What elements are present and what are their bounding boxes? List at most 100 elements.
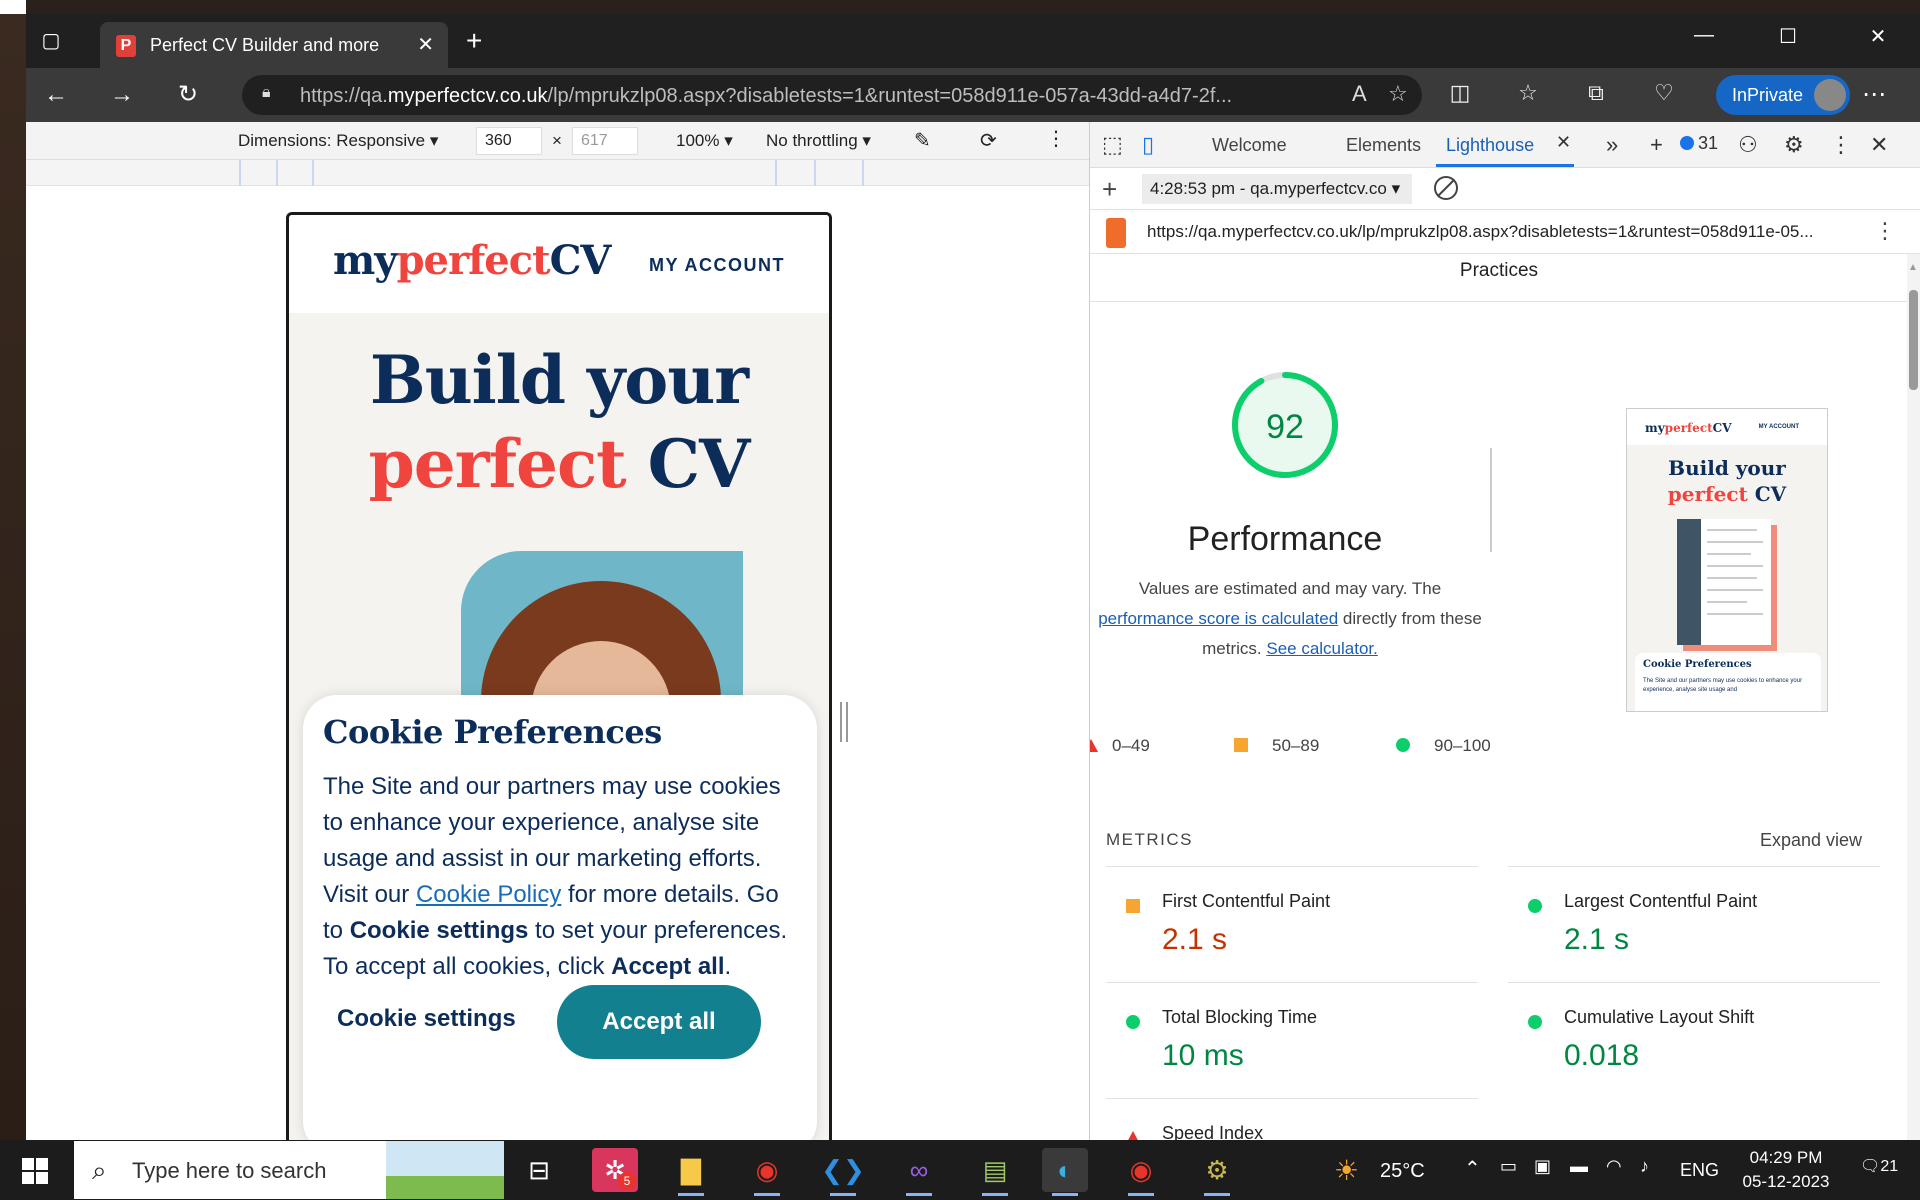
emulated-page: myperfectCV MY ACCOUNT Build your perfec… [286,212,832,1140]
divider [1490,448,1492,552]
devtools-more-icon[interactable]: ⋮ [1830,132,1852,158]
tab-actions-icon[interactable]: ▢ [36,26,66,56]
legend-average: 50–89 [1234,736,1319,756]
language-indicator[interactable]: ENG [1680,1160,1719,1200]
tab-close-icon[interactable]: ✕ [417,32,434,57]
report-menu-icon[interactable]: ⋮ [1874,218,1896,244]
refresh-icon[interactable]: ↻ [170,78,206,114]
archive-icon[interactable]: ▤ [972,1148,1018,1196]
new-report-icon[interactable]: + [1102,174,1117,205]
collections-icon[interactable]: ⧉ [1580,80,1612,106]
task-view-icon[interactable]: ⊟ [516,1148,562,1192]
read-aloud-icon[interactable]: A [1352,81,1367,107]
performance-score-gauge: 92 [1232,372,1338,478]
category-practices-label[interactable]: Practices [1090,254,1908,302]
media-query-ruler [26,160,1089,186]
cookie-policy-link[interactable]: Cookie Policy [416,881,561,908]
viewport-width-input[interactable]: 360 [476,127,542,155]
volume-icon[interactable]: ♪ [1640,1156,1649,1200]
lock-icon[interactable]: 🔒︎ [262,84,280,104]
hero-heading-line2: perfect CV [368,425,751,503]
site-logo[interactable]: myperfectCV [333,237,611,284]
issues-badge[interactable]: 31 [1680,133,1718,154]
eyedropper-icon[interactable]: ✎ [914,128,931,153]
legend-fail: 0–49 [1090,736,1150,756]
add-tab-icon[interactable]: + [1650,132,1663,158]
inprivate-button[interactable]: InPrivate [1716,75,1850,115]
lighthouse-report: Practices 92 Performance Values are esti… [1090,254,1908,1140]
search-placeholder: Type here to search [132,1158,327,1183]
clear-reports-icon[interactable] [1434,176,1458,200]
close-window-icon[interactable]: ✕ [1858,24,1898,49]
forward-icon[interactable]: → [104,78,140,114]
site-favicon-icon: P [116,35,136,57]
my-account-link[interactable]: MY ACCOUNT [649,255,785,276]
profile-avatar [1814,79,1846,111]
see-calculator-link[interactable]: See calculator. [1266,639,1378,658]
viewport-height-input[interactable]: 617 [572,127,638,155]
wifi-icon[interactable]: ◠ [1606,1156,1622,1200]
new-tab-icon[interactable]: + [466,27,482,55]
split-screen-icon[interactable]: ◫ [1444,80,1476,106]
viewport-resize-handle[interactable] [840,702,848,742]
minimize-icon[interactable]: — [1684,24,1724,47]
maximize-icon[interactable]: ☐ [1768,24,1808,49]
meet-icon[interactable]: ▭ [1500,1156,1517,1200]
cookie-settings-button[interactable]: Cookie settings [337,1005,516,1033]
more-tabs-icon[interactable]: » [1606,132,1618,158]
taskbar-search[interactable]: ⌕ Type here to search [74,1141,504,1199]
rotate-icon[interactable]: ⟳ [980,128,997,153]
battery-icon[interactable]: ▬ [1570,1156,1588,1200]
report-selector[interactable]: 4:28:53 pm - qa.myperfectcv.co ▾ [1142,174,1412,204]
vscode-icon[interactable]: ❮❯ [820,1148,866,1196]
device-emulation-icon[interactable]: ▯ [1142,132,1154,158]
tab-bar: ▢ P Perfect CV Builder and more ✕ + — ☐ … [26,14,1920,68]
browser-essentials-icon[interactable]: ♡ [1648,80,1680,106]
device-more-icon[interactable]: ⋮ [1046,126,1066,151]
url-text: https://qa.myperfectcv.co.uk/lp/mprukzlp… [300,85,1233,107]
metrics-heading: METRICS [1106,830,1193,849]
hero-heading-line1: Build your [369,341,749,419]
file-explorer-icon[interactable]: ▇ [668,1148,714,1196]
back-icon[interactable]: ← [38,78,74,114]
browser-tab-active[interactable]: P Perfect CV Builder and more ✕ [100,22,448,68]
devtools-panel: ⬚ ▯ Welcome Elements Lighthouse ✕ » + 31… [1089,122,1920,1140]
chrome-profile-icon[interactable]: ◉ [1118,1148,1164,1196]
inspect-icon[interactable]: ⬚ [1102,132,1123,158]
desktop-background [0,0,26,1140]
expand-view-toggle[interactable]: Expand view [1760,830,1862,851]
chrome-icon[interactable]: ◉ [744,1148,790,1196]
score-calculated-link[interactable]: performance score is calculated [1098,609,1338,628]
close-devtools-icon[interactable]: ✕ [1870,132,1888,158]
search-icon: ⌕ [92,1155,107,1185]
accept-all-button[interactable]: Accept all [557,985,761,1059]
tab-elements[interactable]: Elements [1346,135,1421,156]
clock[interactable]: 04:29 PM 05-12-2023 [1736,1146,1836,1194]
report-scrollbar[interactable]: ▲ [1907,254,1920,1140]
average-marker-icon [1126,899,1140,913]
customize-icon[interactable]: ⚇ [1738,132,1758,158]
close-lighthouse-tab-icon[interactable]: ✕ [1556,132,1571,153]
slack-icon[interactable]: ✲ 5 [592,1148,638,1192]
final-screenshot-thumbnail[interactable]: myperfectCV MY ACCOUNT Build your perfect… [1626,408,1828,712]
visual-studio-icon[interactable]: ∞ [896,1148,942,1196]
throttling-dropdown[interactable]: No throttling ▾ [766,131,871,151]
address-bar-row: ← → ↻ 🔒︎ https://qa.myperfectcv.co.uk/lp… [26,68,1920,122]
tab-welcome[interactable]: Welcome [1212,135,1287,156]
windows-start-icon[interactable] [22,1158,48,1184]
display-icon[interactable]: ▣ [1534,1156,1551,1200]
zoom-dropdown[interactable]: 100% ▾ [676,131,733,151]
edge-icon[interactable]: ◐ [1042,1148,1088,1196]
metric-fcp: First Contentful Paint 2.1 s [1106,866,1478,982]
settings-more-icon[interactable]: ⋯ [1862,80,1886,109]
notifications-icon[interactable]: 🗨︎21 [1860,1156,1898,1176]
settings-app-icon[interactable]: ⚙ [1194,1148,1240,1196]
show-hidden-icons-icon[interactable]: ⌃ [1464,1156,1481,1200]
metric-cls: Cumulative Layout Shift 0.018 [1508,982,1880,1098]
favorites-icon[interactable]: ☆ [1512,80,1544,106]
url-field[interactable]: 🔒︎ https://qa.myperfectcv.co.uk/lp/mpruk… [242,75,1422,115]
favorite-star-icon[interactable]: ☆ [1388,81,1408,107]
devtools-settings-icon[interactable]: ⚙ [1784,132,1804,158]
tab-lighthouse[interactable]: Lighthouse [1446,135,1534,156]
dimensions-dropdown[interactable]: Dimensions: Responsive ▾ [238,131,438,151]
